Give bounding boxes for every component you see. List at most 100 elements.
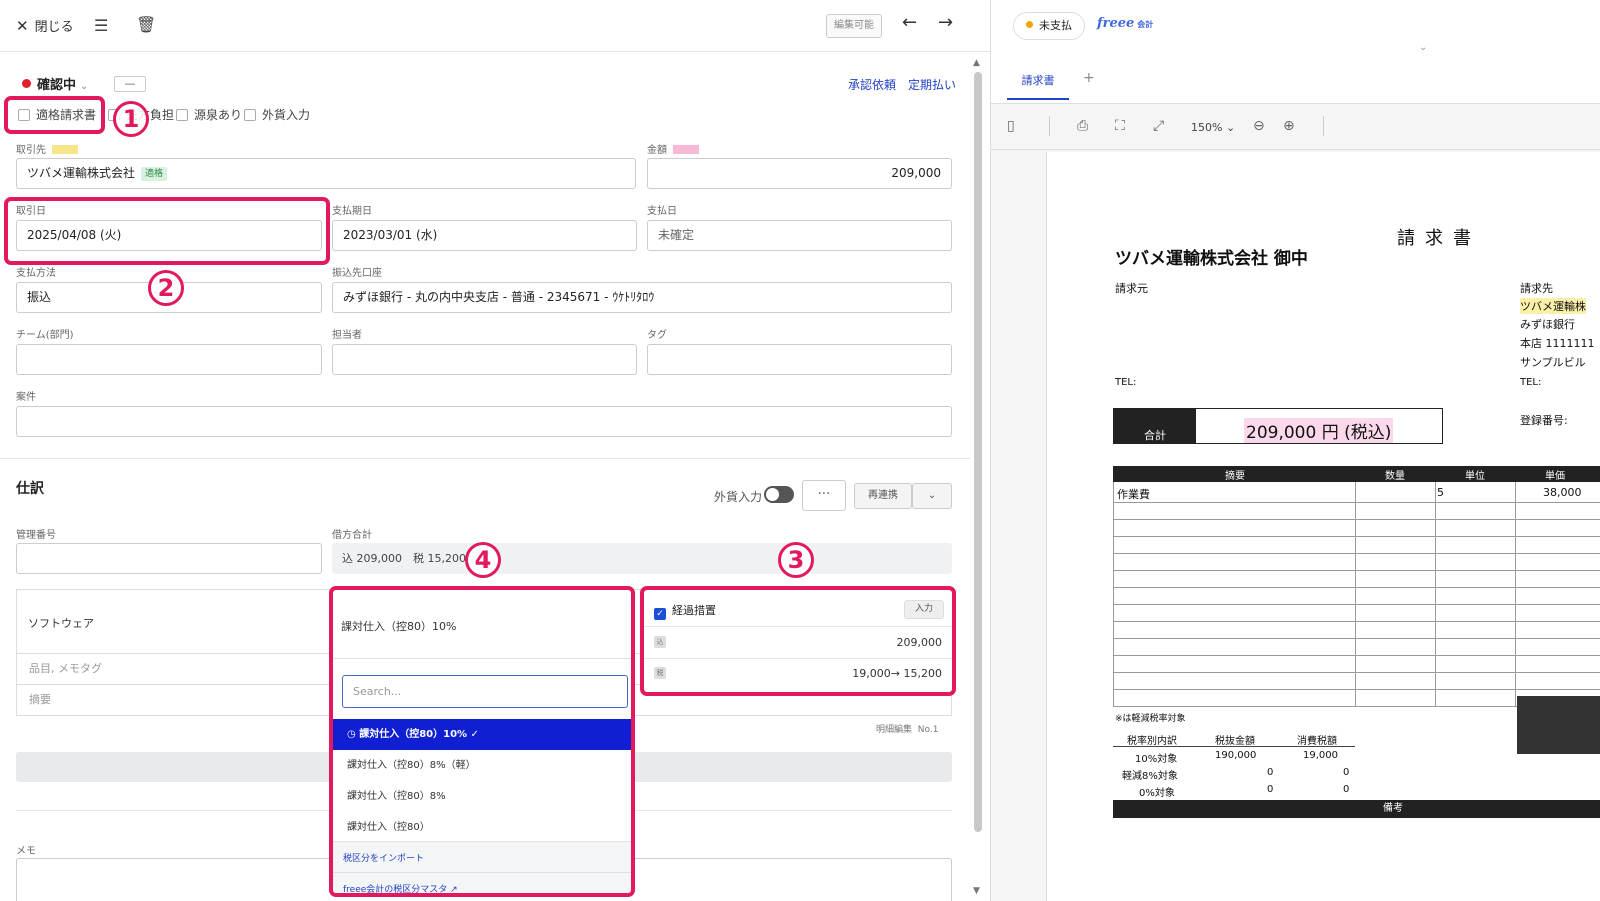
qualified-badge: 適格 xyxy=(141,167,168,181)
tax-row-label: 10%対象 xyxy=(1135,754,1178,765)
table-row xyxy=(1113,655,1600,656)
edit-mode-button[interactable]: 編集可能 xyxy=(826,14,882,38)
bank-account-field[interactable]: みずほ銀行 - 丸の内中央支店 - 普通 - 2345671 - ｳｹﾄﾘﾀﾛｳ xyxy=(332,282,952,313)
tax-option[interactable]: 課対仕入（控80） xyxy=(333,812,631,843)
table-row xyxy=(1113,553,1600,554)
checkbox-withholding[interactable]: 源泉あり xyxy=(176,106,242,123)
to-label: 請求先 xyxy=(1520,282,1553,295)
invoice-document: 請求書 ツバメ運輸株式会社 御中 請求元 請求先 ツバメ運輸株 みずほ銀行 本店… xyxy=(1046,152,1600,901)
registration-label: 登録番号: xyxy=(1520,414,1568,427)
import-tax-link[interactable]: 税区分をインポート xyxy=(343,851,424,864)
col-unit: 単位 xyxy=(1465,471,1485,482)
row-divider xyxy=(644,626,952,627)
amount-label: 金額 xyxy=(647,141,699,156)
amount-field[interactable]: 209,000 xyxy=(647,158,952,189)
fit-screen-icon[interactable]: ⛶ xyxy=(1115,118,1125,134)
status-dot-icon xyxy=(22,79,31,88)
tag-field[interactable] xyxy=(647,344,952,375)
transitional-checkbox[interactable]: ✓ 経過措置 xyxy=(654,602,716,620)
tax-category-dropdown[interactable]: 課対仕入（控80）10% Search... ◷ 課対仕入（控80）10% ✓ … xyxy=(329,586,635,897)
approval-request-link[interactable]: 承認依頼 xyxy=(848,76,896,93)
project-label: 案件 xyxy=(16,392,36,403)
annotation-number-3: 3 xyxy=(778,542,814,578)
total-box: 合計 209,000 円 (税込) xyxy=(1113,408,1443,444)
remarks-header: 備考 xyxy=(1113,800,1600,818)
arrow-left-icon[interactable]: ← xyxy=(902,12,917,33)
external-link-icon: ↗ xyxy=(450,885,458,895)
tax-option[interactable]: 課対仕入（控80）8% xyxy=(333,781,631,812)
detail-edit-link[interactable]: 明細編集 No.1 xyxy=(876,722,938,735)
tab-invoice[interactable]: 請求書 xyxy=(1007,72,1069,100)
tax-option[interactable]: ◷ 課対仕入（控80）10% ✓ xyxy=(333,719,631,750)
scroll-down-icon[interactable]: ▼ xyxy=(973,886,980,896)
zoom-select[interactable]: 150% ⌄ xyxy=(1191,121,1235,134)
payment-date-field[interactable]: 未確定 xyxy=(647,220,952,251)
checkbox-icon xyxy=(176,109,188,121)
close-icon: ✕ xyxy=(16,17,29,35)
status-dot-icon xyxy=(1026,21,1033,28)
recalc-dropdown-button[interactable]: ⌄ xyxy=(912,483,952,509)
annotation-number-2: 2 xyxy=(148,270,184,306)
tax-row-label: 軽減8%対象 xyxy=(1122,771,1178,782)
chevron-down-icon: ⌄ xyxy=(1225,121,1236,134)
checkbox-icon xyxy=(244,109,256,121)
checkbox-foreign-currency[interactable]: 外貨入力 xyxy=(244,106,310,123)
sidebar-toggle-icon[interactable]: ▯ xyxy=(1007,118,1015,134)
status-dropdown[interactable]: 確認中 ⌄ xyxy=(22,74,88,93)
trash-icon[interactable]: 🗑 xyxy=(136,15,156,34)
building-name: サンプルビル xyxy=(1520,356,1586,369)
arrow-right-icon[interactable]: → xyxy=(938,12,953,33)
freee-logo: freee 会計 xyxy=(1097,16,1154,31)
menu-icon[interactable]: ☰ xyxy=(94,16,108,35)
zoom-out-icon[interactable]: ⊖ xyxy=(1253,118,1265,134)
unpaid-status-pill[interactable]: 未支払 xyxy=(1013,12,1085,40)
table-row xyxy=(1113,604,1600,605)
tax-search-input[interactable]: Search... xyxy=(342,675,628,708)
recalc-button[interactable]: 再連携 xyxy=(854,483,912,509)
section-divider xyxy=(0,458,970,459)
mgmt-number-field[interactable] xyxy=(16,543,322,574)
footer-divider xyxy=(333,872,631,873)
tax-master-link[interactable]: freee会計の税区分マスタ ↗ xyxy=(343,882,458,895)
invoice-recipient: ツバメ運輸株式会社 御中 xyxy=(1115,249,1308,269)
total-amount: 209,000 円 (税込) xyxy=(1244,418,1394,443)
chevron-down-icon: ⌄ xyxy=(80,81,89,92)
status-minus-button[interactable]: — xyxy=(114,76,146,92)
tax-head-tax: 消費税額 xyxy=(1297,736,1337,747)
tax-amount[interactable]: 19,000→ 15,200 xyxy=(852,667,942,680)
account-item[interactable]: ソフトウェア xyxy=(28,615,94,631)
zoom-in-icon[interactable]: ⊕ xyxy=(1283,118,1295,134)
add-tab-button[interactable]: + xyxy=(1083,70,1095,86)
owner-field[interactable] xyxy=(332,344,637,375)
preview-header: 未支払 freee 会計 ⌄ xyxy=(991,0,1600,53)
tax-head-breakdown: 税率別内訳 xyxy=(1127,736,1177,747)
more-button[interactable]: ··· xyxy=(802,480,846,511)
tax-row-label: 0%対象 xyxy=(1139,788,1175,799)
left-scrollbar[interactable]: ▲ ▼ xyxy=(973,58,982,901)
team-field[interactable] xyxy=(16,344,322,375)
project-field[interactable] xyxy=(16,406,952,437)
total-label: 合計 xyxy=(1114,409,1196,443)
tag-label: タグ xyxy=(647,330,667,341)
input-button[interactable]: 入力 xyxy=(904,600,944,619)
invoice-title: 請求書 xyxy=(1397,228,1481,249)
scroll-thumb[interactable] xyxy=(974,72,982,832)
due-date-field[interactable]: 2023/03/01 (水) xyxy=(332,220,637,251)
fx-toggle[interactable] xyxy=(764,486,794,503)
expand-icon[interactable]: ⤢ xyxy=(1153,118,1164,134)
tax-category-current[interactable]: 課対仕入（控80）10% xyxy=(341,618,456,634)
item-name: 作業費 xyxy=(1117,488,1150,501)
debit-total-label: 借方合計 xyxy=(332,530,372,541)
fx-toggle-label: 外貨入力 xyxy=(714,490,763,504)
recurring-payment-link[interactable]: 定期払い xyxy=(908,76,956,93)
tax-row-tax: 0 xyxy=(1343,767,1350,778)
tel-label: TEL: xyxy=(1520,377,1542,388)
partner-field[interactable]: ツバメ運輸株式会社 適格 xyxy=(16,158,636,189)
document-icon[interactable]: ⎙ xyxy=(1077,118,1088,134)
item-qty: 5 xyxy=(1437,486,1444,499)
tax-option[interactable]: 課対仕入（控80）8%（軽） xyxy=(333,750,631,781)
close-button[interactable]: ✕ 閉じる xyxy=(16,16,74,35)
viewer-toolbar: ▯ ⎙ ⛶ ⤢ 150% ⌄ ⊖ ⊕ xyxy=(991,104,1600,150)
incl-amount[interactable]: 209,000 xyxy=(897,636,943,649)
scroll-up-icon[interactable]: ▲ xyxy=(973,58,980,68)
